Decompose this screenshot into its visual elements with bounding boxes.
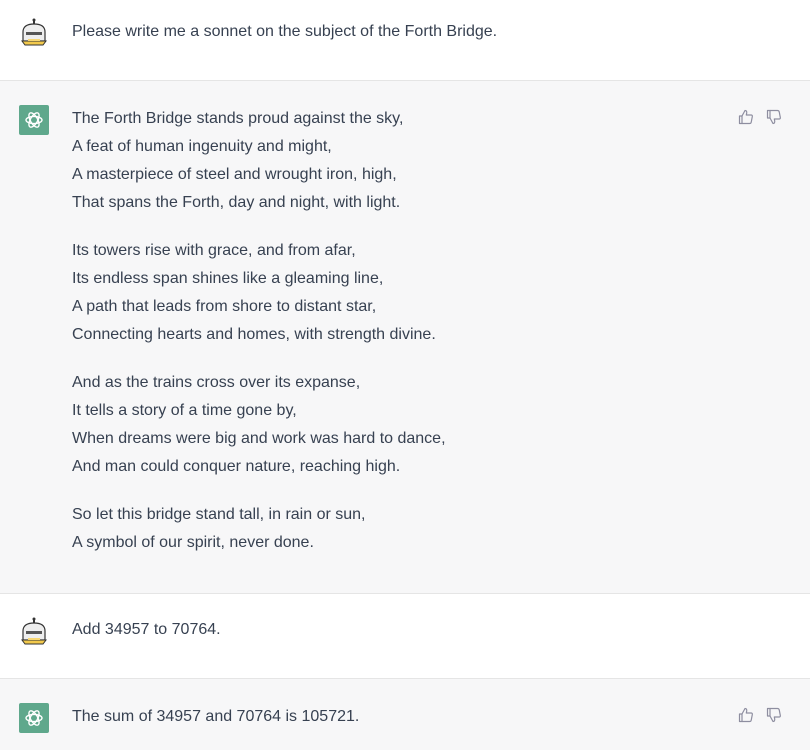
poem-line: So let this bridge stand tall, in rain o… xyxy=(72,506,366,523)
assistant-message-text: The sum of 34957 and 70764 is 105721. xyxy=(72,708,360,725)
poem-line: Its towers rise with grace, and from afa… xyxy=(72,242,356,259)
robot-avatar-icon xyxy=(19,617,49,647)
poem-line: A feat of human ingenuity and might, xyxy=(72,138,332,155)
poem-line: The Forth Bridge stands proud against th… xyxy=(72,110,404,127)
poem-line: Connecting hearts and homes, with streng… xyxy=(72,326,436,343)
thumbs-down-icon[interactable] xyxy=(766,707,782,723)
poem-line: That spans the Forth, day and night, wit… xyxy=(72,194,401,211)
poem-line: And man could conquer nature, reaching h… xyxy=(72,458,401,475)
user-message-1: Please write me a sonnet on the subject … xyxy=(0,0,810,80)
user-message-2: Add 34957 to 70764. xyxy=(0,594,810,678)
thumbs-down-icon[interactable] xyxy=(766,109,782,125)
stanza-4: So let this bridge stand tall, in rain o… xyxy=(72,501,446,557)
stanza-2: Its towers rise with grace, and from afa… xyxy=(72,237,446,349)
feedback-buttons xyxy=(738,109,782,125)
user-message-text: Please write me a sonnet on the subject … xyxy=(72,23,498,40)
poem-line: When dreams were big and work was hard t… xyxy=(72,430,446,447)
poem-line: And as the trains cross over its expanse… xyxy=(72,374,361,391)
poem-line: Its endless span shines like a gleaming … xyxy=(72,270,384,287)
openai-logo-icon xyxy=(19,703,49,733)
thumbs-up-icon[interactable] xyxy=(738,707,754,723)
stanza-3: And as the trains cross over its expanse… xyxy=(72,369,446,481)
thumbs-up-icon[interactable] xyxy=(738,109,754,125)
poem-line: A symbol of our spirit, never done. xyxy=(72,534,314,551)
robot-avatar-icon xyxy=(19,18,49,48)
openai-logo-icon xyxy=(19,105,49,135)
poem-line: It tells a story of a time gone by, xyxy=(72,402,297,419)
poem-line: A masterpiece of steel and wrought iron,… xyxy=(72,166,397,183)
assistant-message-1: The Forth Bridge stands proud against th… xyxy=(0,81,810,593)
assistant-message-2: The sum of 34957 and 70764 is 105721. xyxy=(0,679,810,750)
feedback-buttons xyxy=(738,707,782,723)
sonnet-text: The Forth Bridge stands proud against th… xyxy=(72,105,446,557)
poem-line: A path that leads from shore to distant … xyxy=(72,298,377,315)
user-message-text: Add 34957 to 70764. xyxy=(72,621,221,638)
stanza-1: The Forth Bridge stands proud against th… xyxy=(72,105,446,217)
